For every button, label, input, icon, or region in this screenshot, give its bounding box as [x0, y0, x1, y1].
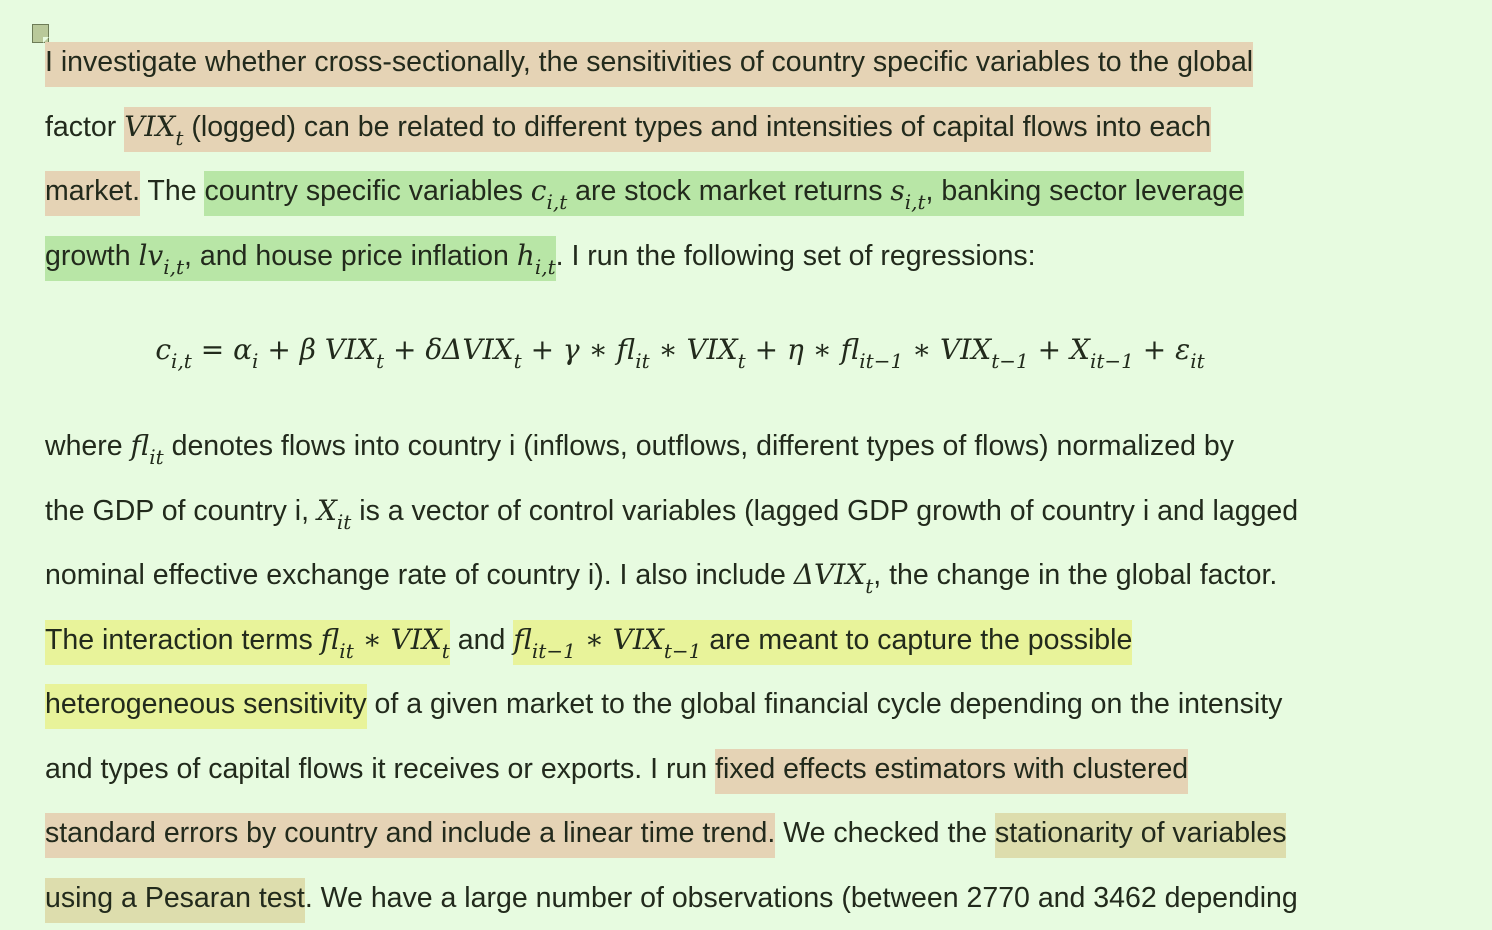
math-s: si,t	[890, 174, 926, 214]
para2-line2: the GDP of country i, Xit is a vector of…	[45, 493, 1299, 534]
math-x: Xit	[316, 493, 352, 534]
math-h: hi,t	[516, 238, 556, 279]
highlight-yellow: The interaction terms flit ∗ VIXt	[45, 619, 450, 665]
highlight-tan: market.	[45, 171, 141, 216]
para1-line4: growth lvi,t, and house price inflation …	[45, 224, 1485, 289]
para2-line1: where flit denotes flows into country i …	[45, 429, 1234, 469]
para1-line1: I investigate whether cross-sectionally,…	[45, 30, 1485, 95]
math-interaction-1: flit ∗ VIXt	[320, 622, 450, 663]
highlight-khaki: using a Pesaran test	[45, 877, 305, 923]
document-body: I investigate whether cross-sectionally,…	[45, 30, 1485, 930]
para2-line4: The interaction terms flit ∗ VIXt and fl…	[45, 608, 1485, 673]
highlight-green: country specific variables ci,t are stoc…	[204, 171, 1244, 216]
para2-line6: and types of capital flows it receives o…	[45, 737, 1485, 802]
para2-line3: nominal effective exchange rate of count…	[45, 558, 1278, 598]
highlight-khaki: stationarity of variables	[995, 813, 1287, 858]
math-vix: VIXt	[124, 109, 184, 150]
para2-line8: using a Pesaran test. We have a large nu…	[45, 866, 1485, 930]
para1-line3: market. The country specific variables c…	[45, 159, 1485, 224]
para1-line2: factor VIXt (logged) can be related to d…	[45, 95, 1485, 160]
highlight-green: growth lvi,t, and house price inflation …	[45, 235, 556, 281]
highlight-tan: standard errors by country and include a…	[45, 813, 776, 858]
highlight-tan: VIXt (logged) can be related to differen…	[124, 106, 1212, 152]
math-delta-vix: ΔVIXt	[793, 558, 874, 598]
math-lv: lvi,t	[138, 238, 185, 279]
highlight-tan: fixed effects estimators with clustered	[715, 748, 1189, 794]
highlight-yellow: flit−1 ∗ VIXt−1 are meant to capture the…	[513, 619, 1133, 665]
highlight-tan: I investigate whether cross-sectionally,…	[45, 42, 1254, 87]
math-interaction-2: flit−1 ∗ VIXt−1	[513, 622, 702, 663]
math-c: ci,t	[530, 174, 568, 214]
highlight-yellow: heterogeneous sensitivity	[45, 684, 367, 729]
para2-line7: standard errors by country and include a…	[45, 801, 1485, 866]
para2-line5: heterogeneous sensitivity of a given mar…	[45, 672, 1485, 737]
math-fl: flit	[130, 429, 164, 469]
regression-equation: ci,t = αi + β VIXt + δΔVIXt + γ ∗ flit ∗…	[155, 333, 1205, 373]
